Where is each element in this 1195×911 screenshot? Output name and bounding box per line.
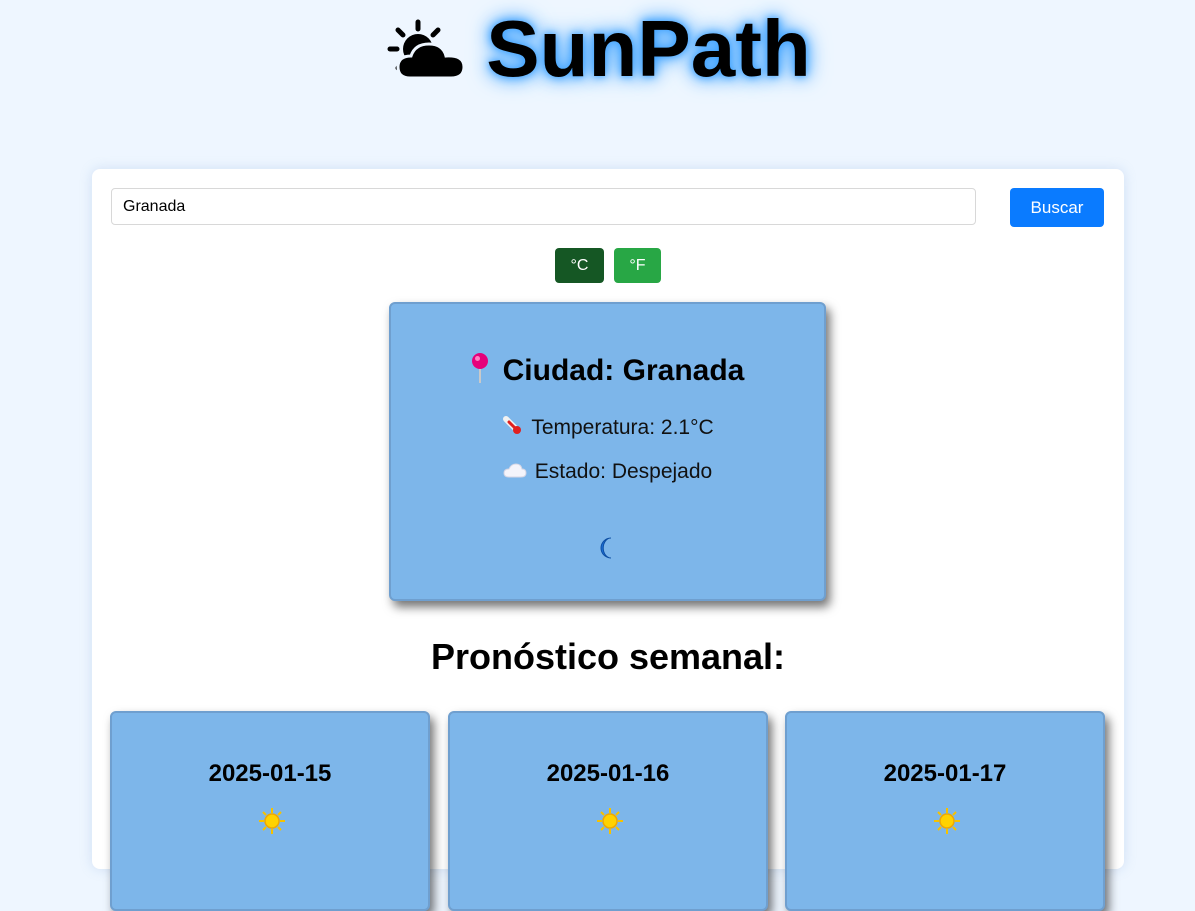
sun-behind-cloud-icon bbox=[384, 10, 468, 100]
fahrenheit-button[interactable]: °F bbox=[614, 248, 661, 283]
forecast-date: 2025-01-16 bbox=[546, 760, 670, 787]
forecast-date: 2025-01-17 bbox=[883, 760, 1007, 787]
city-label: Ciudad: Granada bbox=[502, 354, 745, 387]
current-weather-card: Ciudad: Granada Temperatura: 2.1°C Estad… bbox=[389, 302, 826, 601]
crescent-moon-icon bbox=[597, 536, 617, 565]
forecast-day-card: 2025-01-16 bbox=[448, 711, 768, 911]
app-title-text: SunPath bbox=[486, 4, 811, 93]
search-input[interactable] bbox=[111, 188, 976, 225]
state-label: Estado: Despejado bbox=[534, 460, 713, 483]
sun-icon bbox=[933, 807, 961, 840]
cloud-icon bbox=[503, 462, 527, 486]
main-panel: Buscar °C °F Ciudad: Granada Temperatura… bbox=[92, 169, 1124, 911]
app-title: SunPath bbox=[0, 4, 1195, 100]
temperature-row: Temperatura: 2.1°C bbox=[391, 414, 824, 442]
pushpin-icon bbox=[471, 352, 489, 392]
celsius-button[interactable]: °C bbox=[555, 248, 604, 283]
forecast-day-card: 2025-01-15 bbox=[110, 711, 430, 911]
search-button[interactable]: Buscar bbox=[1010, 188, 1104, 227]
forecast-day-card: 2025-01-17 bbox=[785, 711, 1105, 911]
state-row: Estado: Despejado bbox=[391, 460, 824, 486]
forecast-date: 2025-01-15 bbox=[208, 760, 332, 787]
temperature-label: Temperatura: 2.1°C bbox=[531, 416, 714, 439]
city-row: Ciudad: Granada bbox=[391, 352, 824, 392]
forecast-title: Pronóstico semanal: bbox=[430, 636, 786, 677]
sun-icon bbox=[596, 807, 624, 840]
thermometer-icon bbox=[501, 414, 523, 442]
sun-icon bbox=[258, 807, 286, 840]
